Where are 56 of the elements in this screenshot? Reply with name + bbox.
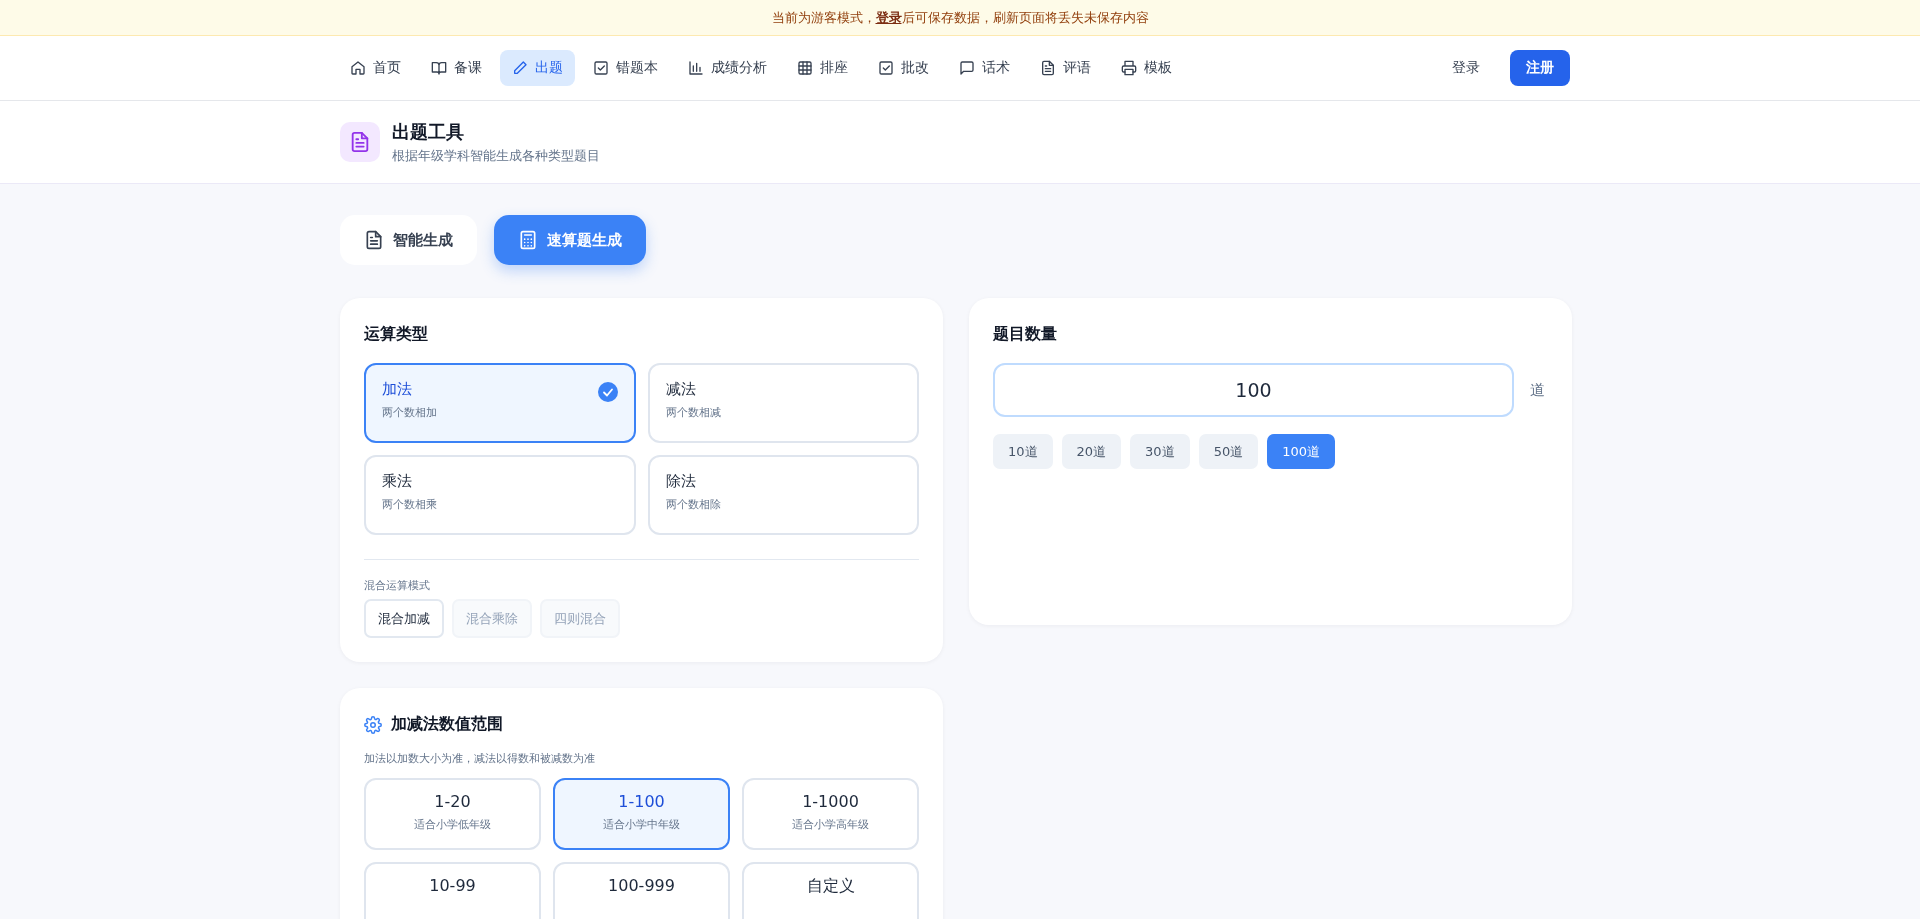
count-input[interactable]: 100 bbox=[993, 363, 1514, 417]
operation-option[interactable]: 加法 两个数相加 bbox=[364, 363, 636, 443]
document-icon bbox=[349, 131, 371, 153]
count-preset-button[interactable]: 10道 bbox=[993, 434, 1053, 469]
count-preset-button[interactable]: 100道 bbox=[1267, 434, 1335, 469]
nav-tab[interactable]: 话术 bbox=[947, 50, 1022, 86]
nav-tab[interactable]: 首页 bbox=[338, 50, 413, 86]
guest-mode-notice: 当前为游客模式，登录后可保存数据，刷新页面将丢失未保存内容 bbox=[771, 8, 1149, 27]
register-button[interactable]: 注册 bbox=[1510, 50, 1570, 86]
range-option[interactable]: 1-1000 适合小学高年级 bbox=[742, 778, 919, 850]
chat-bubble-icon bbox=[959, 60, 975, 76]
bar-chart-icon bbox=[688, 60, 704, 76]
login-link[interactable]: 登录 bbox=[875, 9, 902, 25]
mode-tab[interactable]: 智能生成 bbox=[340, 215, 477, 265]
range-option[interactable]: 100-999 bbox=[553, 862, 730, 919]
mode-tab[interactable]: 速算题生成 bbox=[494, 215, 646, 265]
nav-tab[interactable]: 成绩分析 bbox=[676, 50, 779, 86]
nav-tab[interactable]: 错题本 bbox=[581, 50, 670, 86]
nav-tab[interactable]: 批改 bbox=[866, 50, 941, 86]
printer-icon bbox=[1121, 60, 1137, 76]
operation-option[interactable]: 减法 两个数相减 bbox=[647, 363, 919, 443]
nav-tab[interactable]: 模板 bbox=[1109, 50, 1184, 86]
range-option[interactable]: 10-99 bbox=[364, 862, 541, 919]
section-label: 混合运算模式 bbox=[364, 578, 431, 593]
settings-icon bbox=[364, 715, 382, 734]
count-preset-button[interactable]: 50道 bbox=[1198, 434, 1259, 469]
range-option[interactable]: 1-20 适合小学低年级 bbox=[364, 778, 541, 850]
range-option[interactable]: 1-100 适合小学中年级 bbox=[553, 778, 730, 850]
mixed-mode-option[interactable]: 混合加减 bbox=[364, 599, 444, 638]
nav-tab[interactable]: 评语 bbox=[1028, 50, 1103, 86]
document-icon bbox=[1040, 60, 1056, 76]
pencil-icon bbox=[512, 60, 528, 76]
range-hint: 加法以加数大小为准，减法以得数和被减数为准 bbox=[364, 751, 596, 766]
checkbox-icon bbox=[593, 60, 609, 76]
card-title: 题目数量 bbox=[993, 324, 1057, 345]
operation-option[interactable]: 乘法 两个数相乘 bbox=[364, 455, 636, 535]
operation-option[interactable]: 除法 两个数相除 bbox=[647, 455, 919, 535]
grid-icon bbox=[797, 60, 813, 76]
document-icon bbox=[364, 230, 384, 250]
card-title: 加减法数值范围 bbox=[391, 714, 503, 735]
page-title: 出题工具 bbox=[392, 119, 465, 144]
range-option[interactable]: 自定义 bbox=[742, 862, 919, 919]
count-preset-button[interactable]: 20道 bbox=[1061, 434, 1122, 469]
nav-tab[interactable]: 备课 bbox=[419, 50, 494, 86]
calculator-icon bbox=[518, 230, 538, 250]
page-subtitle: 根据年级学科智能生成各种类型题目 bbox=[392, 146, 600, 165]
check-icon bbox=[597, 382, 618, 402]
checkbox-icon bbox=[878, 60, 894, 76]
unit-label: 道 bbox=[1530, 380, 1545, 400]
nav-tab[interactable]: 排座 bbox=[785, 50, 860, 86]
count-preset-button[interactable]: 30道 bbox=[1130, 434, 1190, 469]
nav-tab[interactable]: 出题 bbox=[500, 50, 575, 86]
login-button[interactable]: 登录 bbox=[1436, 50, 1496, 86]
home-icon bbox=[350, 60, 366, 76]
card-title: 运算类型 bbox=[364, 324, 428, 345]
book-icon bbox=[431, 60, 447, 76]
